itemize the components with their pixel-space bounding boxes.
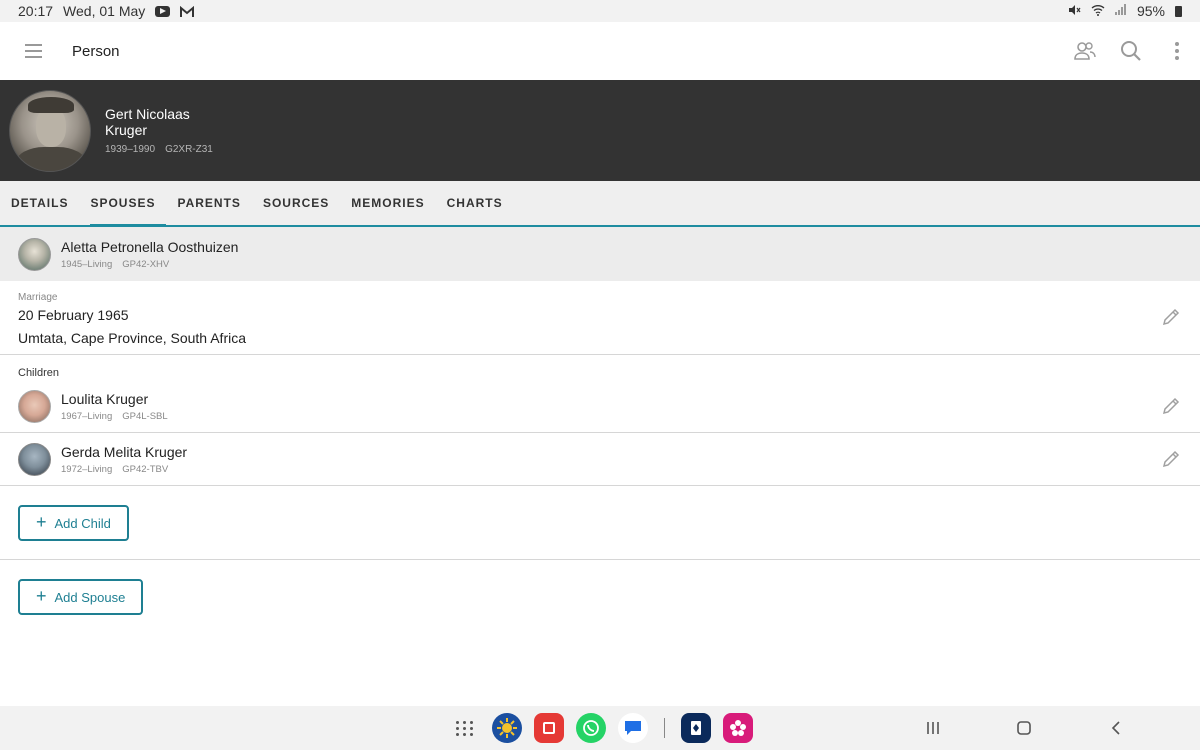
tab-details[interactable]: DETAILS [0,181,79,225]
child-name: Gerda Melita Kruger [61,444,188,460]
add-child-label: Add Child [54,515,111,531]
tab-bar: DETAILS SPOUSES PARENTS SOURCES MEMORIES… [0,181,1200,227]
edit-child-pencil-icon[interactable] [1160,448,1182,470]
home-icon[interactable] [1004,706,1044,750]
status-bar: 20:17 Wed, 01 May 95% [0,0,1200,22]
menu-icon[interactable] [0,22,66,80]
messages-app-icon[interactable] [618,713,648,743]
avatar [18,237,51,271]
child-lifespan: 1972–Living [61,464,113,475]
wifi-icon [1091,3,1105,19]
edit-child-pencil-icon[interactable] [1160,395,1182,417]
dock-separator [664,718,665,738]
person-portrait[interactable] [9,89,91,172]
back-icon[interactable] [1096,706,1136,750]
whatsapp-app-icon[interactable] [576,713,606,743]
spouse-lifespan: 1945–Living [61,259,113,270]
signal-icon [1114,3,1127,19]
spouse-name: Aletta Petronella Oosthuizen [61,239,239,255]
person-surname: Kruger [105,122,148,138]
add-spouse-button[interactable]: + Add Spouse [18,579,144,615]
spouse-row[interactable]: Aletta Petronella Oosthuizen 1945–Living… [0,227,1200,281]
divider [0,559,1200,560]
person-given-name: Gert Nicolaas [105,106,190,122]
search-icon[interactable] [1118,38,1144,64]
people-icon[interactable] [1072,38,1098,64]
person-header: Gert Nicolaas Kruger 1939–1990 G2XR-Z31 [0,80,1200,181]
youtube-notification-icon [155,5,171,17]
child-pid: GP42-TBV [122,464,169,475]
plus-icon: + [36,512,47,532]
tab-memories[interactable]: MEMORIES [340,181,435,225]
battery-percent: 95% [1136,3,1165,19]
notes-app-icon[interactable] [534,713,564,743]
tab-parents[interactable]: PARENTS [166,181,251,225]
app-drawer-icon[interactable] [450,713,480,743]
avatar [18,389,51,423]
battery-icon [1175,5,1182,17]
child-pid: GP4L-SBL [122,411,168,422]
marriage-label: Marriage [18,292,58,303]
add-child-button[interactable]: + Add Child [18,505,129,541]
system-nav-bar [0,706,1200,750]
list-item[interactable]: Loulita Kruger 1967–Living GP4L-SBL [0,380,1200,433]
familysearch-app-icon[interactable] [492,713,522,743]
marriage-place: Umtata, Cape Province, South Africa [18,330,246,346]
gmail-notification-icon [180,5,195,17]
tab-spouses[interactable]: SPOUSES [79,181,167,227]
app-bar: Person [0,22,1200,80]
plus-icon: + [36,586,47,606]
marriage-date: 20 February 1965 [18,307,129,323]
marriage-section: Marriage 20 February 1965 Umtata, Cape P… [0,281,1200,355]
gallery-app-icon[interactable] [723,713,753,743]
avatar [18,442,51,476]
spouse-pid: GP42-XHV [122,259,170,270]
page-title: Person [72,42,120,60]
tab-charts[interactable]: CHARTS [436,181,514,225]
status-time: 20:17 [18,3,54,19]
solitaire-app-icon[interactable] [681,713,711,743]
person-lifespan: 1939–1990 [105,144,156,155]
child-lifespan: 1967–Living [61,411,113,422]
app-dock [450,713,753,743]
recent-apps-icon[interactable] [913,706,953,750]
list-item[interactable]: Gerda Melita Kruger 1972–Living GP42-TBV [0,433,1200,486]
person-pid: G2XR-Z31 [165,144,213,155]
mute-icon [1068,3,1081,19]
edit-marriage-pencil-icon[interactable] [1160,306,1182,328]
children-label: Children [18,367,59,379]
more-vert-icon[interactable] [1164,38,1190,64]
tab-sources[interactable]: SOURCES [252,181,340,225]
status-date: Wed, 01 May [63,3,146,19]
child-name: Loulita Kruger [61,391,149,407]
add-spouse-label: Add Spouse [54,589,126,605]
